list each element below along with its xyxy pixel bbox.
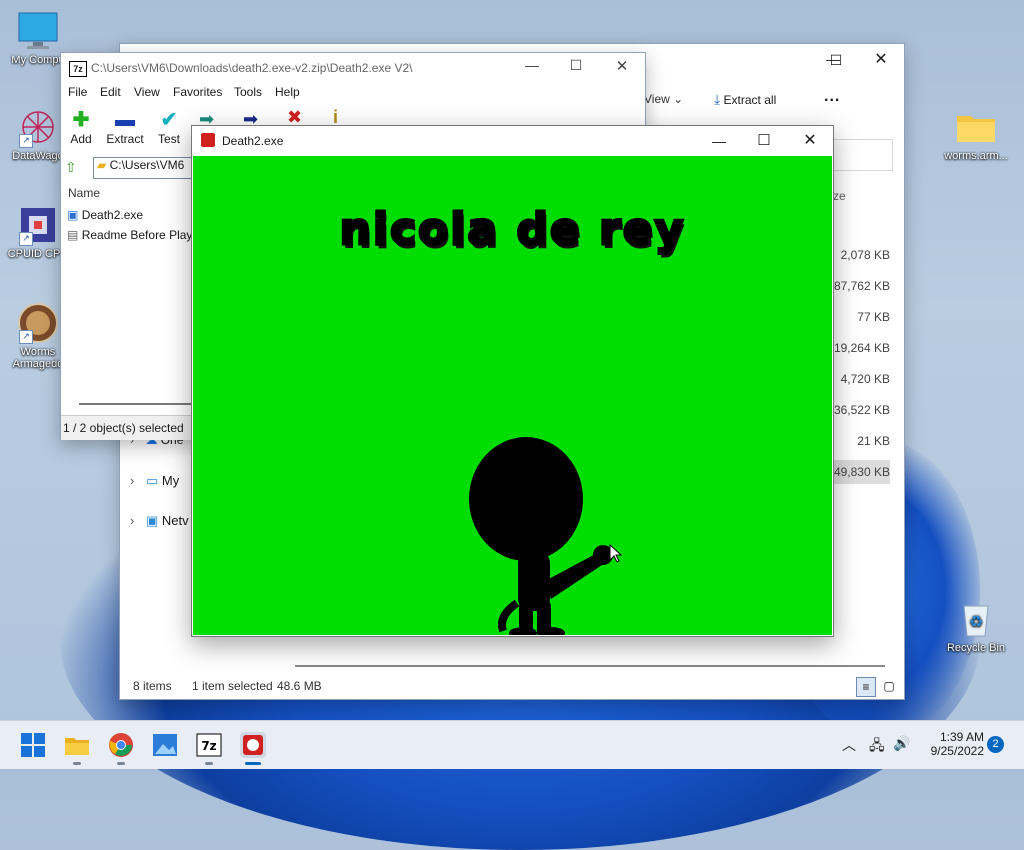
- mouse-cursor-icon: [609, 544, 623, 563]
- window-title: Death2.exe: [222, 134, 284, 148]
- status-items-count: 8 items: [133, 679, 172, 693]
- status-text: 1 / 2 object(s) selected: [63, 421, 184, 435]
- nav-item-network[interactable]: › ▣ Netv: [130, 513, 189, 529]
- maximize-button[interactable]: ☐: [561, 57, 591, 74]
- monitor-icon: [17, 10, 59, 52]
- maximize-button[interactable]: ☐: [813, 47, 859, 73]
- checkmark-icon: ✔: [160, 109, 178, 131]
- character-silhouette: [469, 437, 613, 635]
- recycle-bin-icon: ♻: [955, 598, 997, 640]
- view-menu-button[interactable]: View ⌄: [644, 92, 683, 106]
- game-headline: nicola de rey: [338, 203, 686, 257]
- desktop-icon-label: worms.arm...: [944, 150, 1008, 162]
- svg-text:♻: ♻: [969, 612, 983, 631]
- address-bar[interactable]: ▰ C:\Users\VM6: [93, 157, 195, 179]
- maximize-button[interactable]: ☐: [741, 126, 787, 156]
- shortcut-arrow-icon: ↗: [19, 232, 33, 246]
- horizontal-scrollbar[interactable]: [295, 665, 885, 667]
- nav-item-my-computer[interactable]: › ▭ My: [130, 473, 179, 489]
- death2-taskbar-icon[interactable]: [240, 732, 266, 758]
- close-button[interactable]: ✕: [787, 126, 833, 156]
- taskbar: 7z ︿ 🖧 🔊 1:39 AM 9/25/2022 2: [0, 720, 1024, 769]
- menu-view[interactable]: View: [134, 85, 160, 99]
- column-header-size[interactable]: ze: [833, 189, 846, 203]
- app-icon: [201, 133, 215, 147]
- notification-badge[interactable]: 2: [987, 736, 1004, 753]
- 7zip-logo-icon: 7z: [69, 61, 87, 77]
- menu-file[interactable]: File: [68, 85, 87, 99]
- chrome-taskbar-icon[interactable]: [108, 732, 134, 758]
- minimize-button[interactable]: —: [696, 126, 742, 156]
- add-button[interactable]: ✚ Add: [61, 108, 101, 146]
- game-canvas[interactable]: nicola de rey: [193, 156, 832, 635]
- more-options-button[interactable]: ...: [824, 88, 840, 106]
- text-file-icon: ▤: [67, 228, 79, 242]
- clock-date: 9/25/2022: [930, 744, 984, 758]
- details-view-icon[interactable]: ≡: [856, 677, 876, 697]
- photos-taskbar-icon[interactable]: [152, 732, 178, 758]
- tiles-view-icon[interactable]: ▢: [880, 677, 898, 695]
- file-row[interactable]: ▣ Death2.exe: [67, 208, 143, 222]
- svg-text:7z: 7z: [201, 739, 216, 753]
- folder-icon: ▰: [97, 158, 107, 172]
- clock[interactable]: 1:39 AM 9/25/2022: [920, 730, 984, 758]
- file-explorer-taskbar-icon[interactable]: [64, 732, 90, 758]
- clock-time: 1:39 AM: [939, 730, 984, 744]
- extract-icon: ⤓: [714, 91, 721, 107]
- minus-icon: ▬: [115, 109, 135, 131]
- chevron-right-icon: ›: [130, 513, 135, 528]
- 7zip-taskbar-icon[interactable]: 7z: [196, 732, 222, 758]
- file-row[interactable]: ▤ Readme Before Playi: [67, 228, 195, 242]
- minimize-button[interactable]: —: [517, 57, 547, 73]
- chevron-up-icon[interactable]: ︿: [842, 735, 856, 755]
- plus-icon: ✚: [72, 109, 90, 131]
- chevron-down-icon: ⌄: [673, 92, 684, 106]
- test-button[interactable]: ✔ Test: [149, 108, 189, 146]
- desktop-icon-worms-folder[interactable]: worms.arm...: [936, 106, 1016, 162]
- close-button[interactable]: ✕: [607, 57, 637, 75]
- menu-edit[interactable]: Edit: [100, 85, 121, 99]
- menu-favorites[interactable]: Favorites: [173, 85, 222, 99]
- volume-icon[interactable]: 🔊: [893, 735, 910, 752]
- status-size: 48.6 MB: [277, 679, 322, 693]
- exe-file-icon: ▣: [67, 208, 79, 222]
- desktop-icon-recycle-bin[interactable]: ♻ Recycle Bin: [938, 598, 1014, 654]
- window-title: C:\Users\VM6\Downloads\death2.exe-v2.zip…: [91, 61, 413, 75]
- chevron-right-icon: ›: [130, 473, 135, 488]
- extract-all-button[interactable]: ⤓ Extract all: [714, 91, 776, 108]
- network-icon: ▣: [145, 513, 159, 528]
- menu-tools[interactable]: Tools: [234, 85, 262, 99]
- status-selected: 1 item selected: [192, 679, 273, 693]
- datawagon-icon: ↗: [17, 106, 59, 148]
- network-icon[interactable]: 🖧: [869, 735, 885, 759]
- menu-help[interactable]: Help: [275, 85, 300, 99]
- worms-icon: ↗: [17, 302, 59, 344]
- desktop-icon-label: Recycle Bin: [946, 642, 1006, 654]
- column-header-name[interactable]: Name: [68, 186, 100, 200]
- cpu-chip-icon: ↗: [17, 204, 59, 246]
- search-input[interactable]: [831, 139, 893, 171]
- monitor-icon: ▭: [145, 473, 159, 488]
- shortcut-arrow-icon: ↗: [19, 330, 33, 344]
- extract-button[interactable]: ▬ Extract: [105, 108, 145, 146]
- horizontal-scrollbar[interactable]: [79, 403, 191, 405]
- start-button[interactable]: [20, 732, 46, 758]
- menu-bar: File Edit View Favorites Tools Help: [61, 85, 645, 103]
- folder-icon: [955, 106, 997, 148]
- shortcut-arrow-icon: ↗: [19, 134, 33, 148]
- up-folder-icon[interactable]: ⇧: [65, 159, 77, 176]
- close-button[interactable]: ✕: [858, 47, 904, 73]
- death2-window[interactable]: Death2.exe — ☐ ✕ nicola de rey: [191, 125, 834, 637]
